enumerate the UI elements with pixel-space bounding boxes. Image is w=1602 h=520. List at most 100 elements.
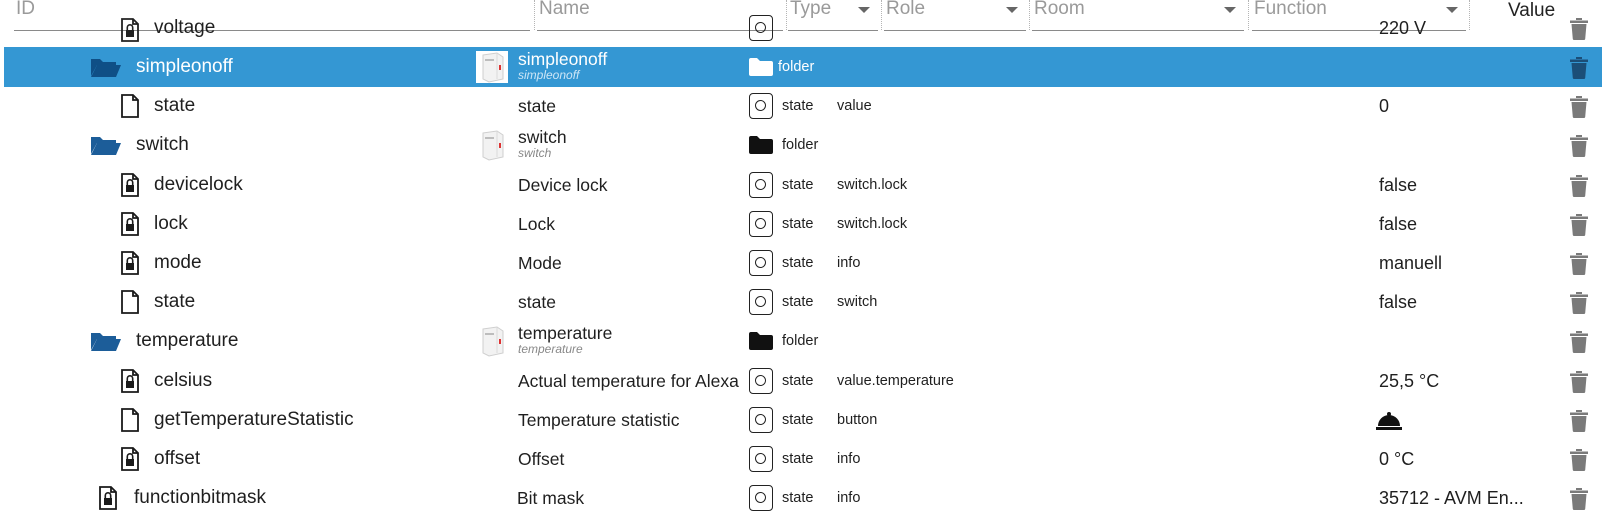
table-row[interactable]: voltage 220 V xyxy=(4,8,1602,48)
trash-icon[interactable] xyxy=(1570,213,1588,241)
row-name: Bit mask xyxy=(517,488,585,509)
file-icon xyxy=(120,94,140,123)
row-name: switch switch xyxy=(518,128,567,160)
table-row[interactable]: lock Lock state switch.lock false xyxy=(4,204,1602,244)
trash-icon[interactable] xyxy=(1570,17,1588,45)
row-name: Device lock xyxy=(518,174,608,195)
state-icon xyxy=(749,14,773,41)
row-value: false xyxy=(1379,213,1418,234)
row-role: switch xyxy=(837,294,878,311)
row-role: button xyxy=(837,411,878,428)
table-row[interactable]: devicelock Device lock state switch.lock… xyxy=(4,165,1602,205)
row-value: 35712 - AVM En... xyxy=(1379,488,1524,509)
trash-icon[interactable] xyxy=(1570,57,1588,84)
row-value: 0 °C xyxy=(1379,449,1415,469)
trash-icon[interactable] xyxy=(1570,370,1588,398)
file-icon xyxy=(120,290,140,319)
row-type: state xyxy=(782,372,814,389)
folder-icon xyxy=(749,136,773,159)
row-type: state xyxy=(782,255,814,271)
lock-file-icon xyxy=(120,172,140,202)
state-icon xyxy=(749,210,773,237)
row-value: 25,5 °C xyxy=(1379,370,1440,391)
row-name: state xyxy=(518,96,556,117)
table-row[interactable]: offset Offset state info 0 °C xyxy=(4,439,1602,479)
trash-icon[interactable] xyxy=(1570,488,1588,515)
table-row[interactable]: getTemperatureStatistic Temperature stat… xyxy=(4,400,1602,440)
row-id: state xyxy=(154,95,196,117)
row-type: state xyxy=(782,176,814,193)
row-type: folder xyxy=(782,333,819,350)
tree-folder-row[interactable]: simpleonoff simpleonoff simpleonoff fold… xyxy=(4,47,1602,87)
folder-icon xyxy=(749,332,773,355)
trash-icon[interactable] xyxy=(1570,253,1588,280)
trash-icon[interactable] xyxy=(1570,409,1588,437)
trash-icon[interactable] xyxy=(1570,96,1588,123)
state-icon xyxy=(749,250,773,276)
folder-open-icon xyxy=(90,134,122,161)
table-row[interactable]: state state state value 0 xyxy=(4,86,1602,126)
folder-open-icon xyxy=(90,330,122,357)
row-name: Actual temperature for Alexa xyxy=(518,370,739,391)
row-type: folder xyxy=(778,59,815,75)
row-role: info xyxy=(837,451,861,467)
row-value: 220 V xyxy=(1379,17,1427,38)
state-icon xyxy=(749,93,773,120)
row-id: functionbitmask xyxy=(134,487,267,509)
state-icon xyxy=(749,171,773,198)
row-name: Mode xyxy=(518,253,562,273)
lock-file-icon xyxy=(98,486,118,515)
trash-icon[interactable] xyxy=(1570,292,1588,319)
row-type: state xyxy=(782,490,814,507)
trash-icon[interactable] xyxy=(1570,331,1588,358)
table-row[interactable]: mode Mode state info manuell xyxy=(4,243,1602,283)
folder-icon xyxy=(749,58,773,81)
lock-file-icon xyxy=(120,211,140,241)
lock-file-icon xyxy=(120,17,140,47)
row-id: mode xyxy=(154,252,202,273)
row-name: simpleonoff simpleonoff xyxy=(518,50,607,82)
row-name-text: temperature xyxy=(518,323,613,344)
row-type: state xyxy=(782,451,814,467)
row-type: folder xyxy=(782,137,819,154)
row-name-subtext: switch xyxy=(518,146,552,161)
row-name: Offset xyxy=(518,449,565,469)
tree-folder-row[interactable]: temperature temperature temperature fold… xyxy=(4,321,1602,361)
row-type: state xyxy=(782,411,814,428)
row-type: state xyxy=(782,294,814,311)
row-id: state xyxy=(154,291,196,313)
row-id: voltage xyxy=(154,16,216,38)
bell-icon[interactable] xyxy=(1376,411,1402,436)
row-name-text: simpleonoff xyxy=(518,49,608,69)
table-row[interactable]: functionbitmask Bit mask state info 3571… xyxy=(4,478,1602,518)
row-name: state xyxy=(518,292,556,313)
row-id: switch xyxy=(136,134,189,156)
row-role: value.temperature xyxy=(837,372,954,389)
tree-folder-row[interactable]: switch switch switch folder xyxy=(4,125,1602,165)
lock-file-icon xyxy=(120,447,140,476)
row-name: Lock xyxy=(518,213,555,234)
trash-icon[interactable] xyxy=(1570,174,1588,202)
state-icon xyxy=(749,485,773,512)
state-icon xyxy=(749,446,773,472)
lock-file-icon xyxy=(120,368,140,398)
table-row[interactable]: state state state switch false xyxy=(4,282,1602,322)
row-id: simpleonoff xyxy=(136,56,233,77)
row-value: 0 xyxy=(1379,96,1390,117)
row-id: lock xyxy=(154,212,188,234)
trash-icon[interactable] xyxy=(1570,135,1588,162)
row-value: false xyxy=(1379,174,1418,195)
row-name-subtext: temperature xyxy=(518,342,583,357)
trash-icon[interactable] xyxy=(1570,449,1588,476)
state-icon xyxy=(749,367,773,394)
row-id: offset xyxy=(154,448,201,469)
row-id: getTemperatureStatistic xyxy=(154,408,354,430)
row-id: temperature xyxy=(136,330,239,352)
row-role: info xyxy=(837,490,861,507)
row-role: info xyxy=(837,255,861,271)
row-role: value xyxy=(837,98,872,115)
lock-file-icon xyxy=(120,251,140,280)
device-thumbnail xyxy=(476,51,508,83)
folder-open-icon xyxy=(90,56,122,83)
table-row[interactable]: celsius Actual temperature for Alexa sta… xyxy=(4,361,1602,401)
